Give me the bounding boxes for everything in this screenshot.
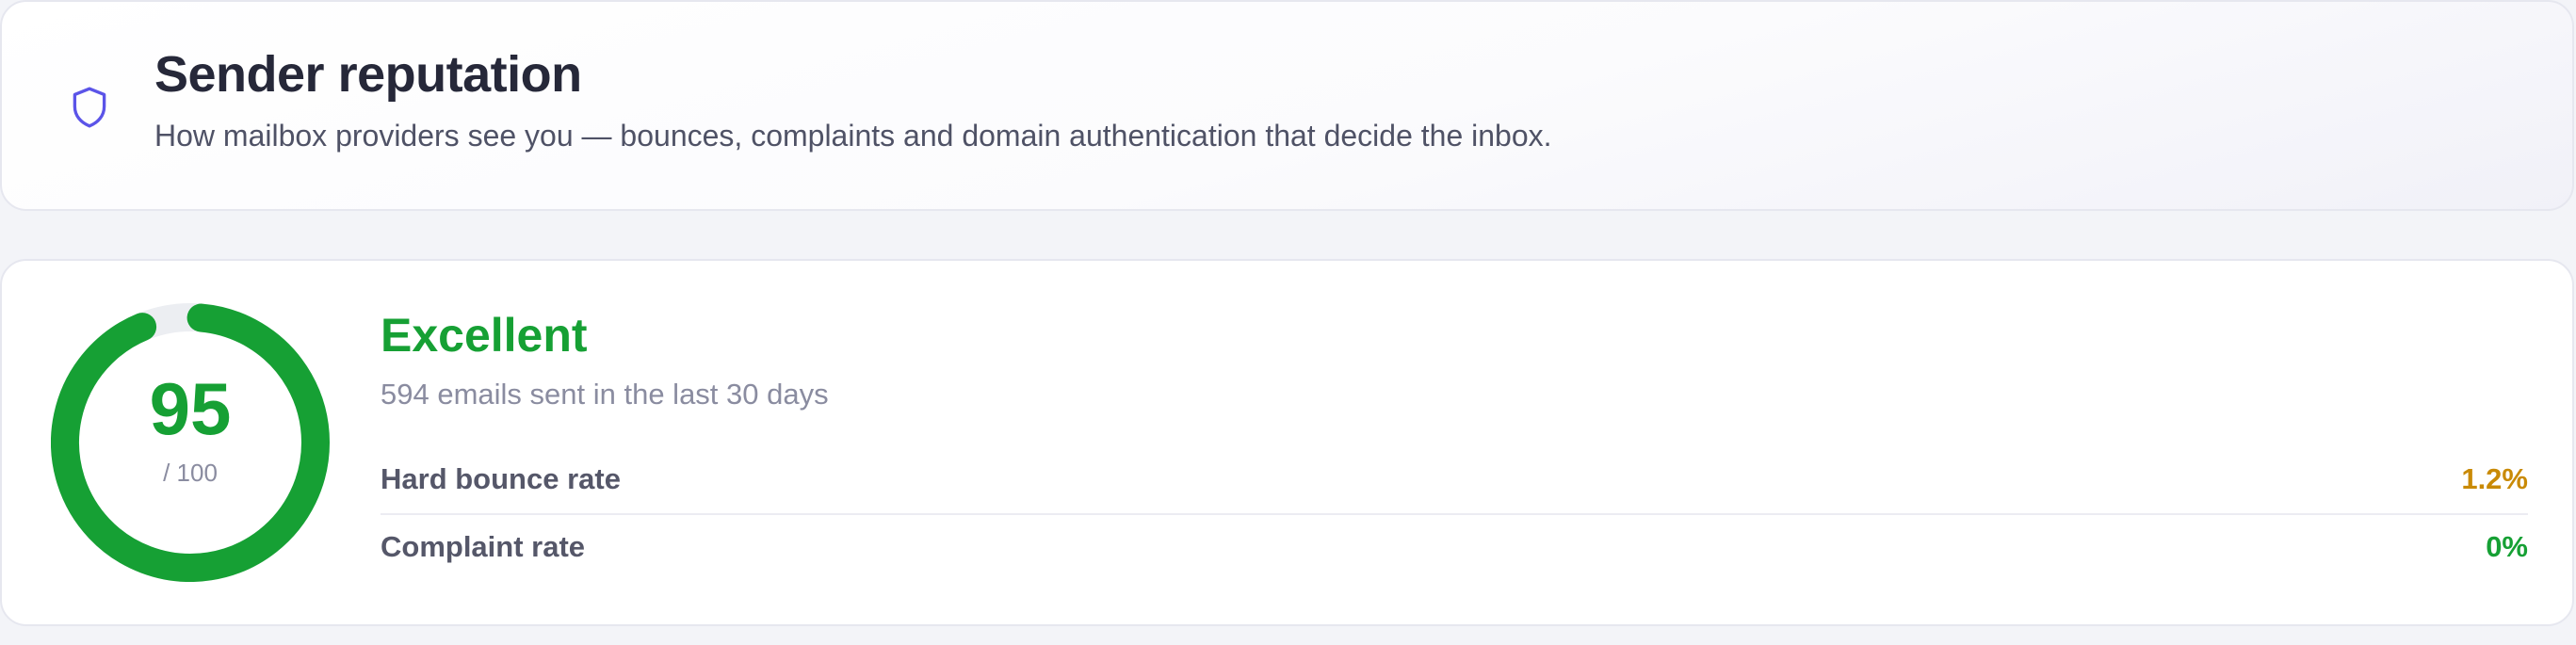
metric-label: Hard bounce rate — [381, 462, 621, 495]
header-card: Sender reputation How mailbox providers … — [0, 0, 2574, 211]
page-subtitle: How mailbox providers see you — bounces,… — [154, 119, 1552, 153]
metric-label: Complaint rate — [381, 530, 586, 563]
metric-row-complaint: Complaint rate 0% — [381, 517, 2528, 581]
metric-value: 1.2% — [2461, 462, 2528, 495]
score-max: / 100 — [163, 459, 218, 487]
reputation-status: Excellent — [381, 309, 588, 362]
metric-row-hard-bounce: Hard bounce rate 1.2% — [381, 449, 2528, 515]
page-title: Sender reputation — [154, 46, 582, 103]
emails-sent-summary: 594 emails sent in the last 30 days — [381, 378, 829, 411]
reputation-score-card: 95 / 100 Excellent 594 emails sent in th… — [0, 259, 2574, 626]
score-value: 95 — [149, 367, 232, 450]
shield-icon — [73, 87, 106, 128]
metric-value: 0% — [2486, 530, 2528, 563]
